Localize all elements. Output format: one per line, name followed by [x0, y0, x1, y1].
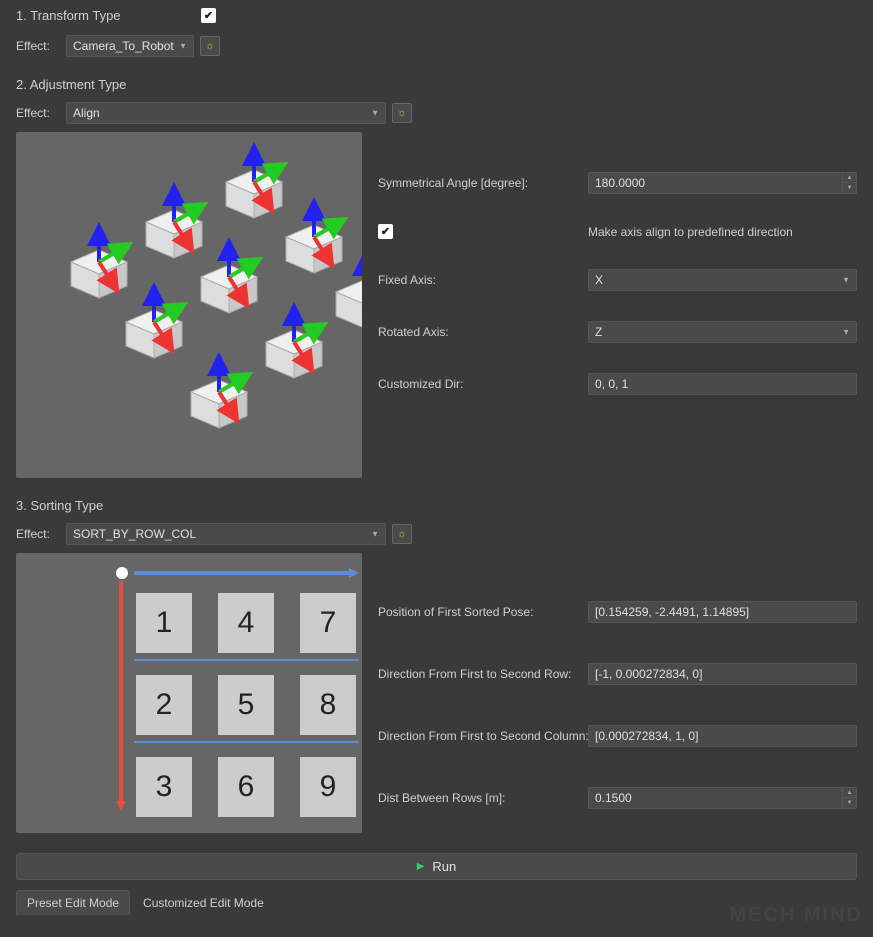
adjustment-type-section: 2. Adjustment Type Effect: Align ☼ [16, 77, 857, 478]
dir-row-input[interactable]: [-1, 0.000272834, 0] [588, 663, 857, 685]
sort-effect-select[interactable]: SORT_BY_ROW_COL [66, 523, 386, 545]
spinner-down-icon[interactable]: ▼ [843, 183, 856, 193]
sort-cell: 1 [136, 593, 192, 653]
adjust-effect-select[interactable]: Align [66, 102, 386, 124]
sorting-preview: 147 258 369 [16, 553, 362, 833]
sort-cell: 5 [218, 675, 274, 735]
section1-title: 1. Transform Type [16, 8, 201, 23]
gear-icon[interactable]: ☼ [392, 524, 412, 544]
play-icon: ▶ [417, 861, 425, 872]
fixed-axis-select[interactable]: X [588, 269, 857, 291]
sym-angle-spinner[interactable]: 180.0000 ▲ ▼ [588, 172, 857, 194]
transform-effect-select[interactable]: Camera_To_Robot [66, 35, 194, 57]
pos-first-input[interactable]: [0.154259, -2.4491, 1.14895] [588, 601, 857, 623]
dir-col-label: Direction From First to Second Column: [378, 729, 588, 743]
col-arrow-icon [116, 581, 126, 811]
sort-cell: 4 [218, 593, 274, 653]
sort-cell: 6 [218, 757, 274, 817]
dist-spinner[interactable]: 0.1500 ▲ ▼ [588, 787, 857, 809]
effect-label-2: Effect: [16, 106, 60, 120]
gear-icon[interactable]: ☼ [200, 36, 220, 56]
effect-label-1: Effect: [16, 39, 60, 53]
sort-cell: 7 [300, 593, 356, 653]
sort-cell: 2 [136, 675, 192, 735]
transform-checkbox[interactable]: ✔ [201, 8, 216, 23]
make-axis-checkbox[interactable]: ✔ [378, 224, 393, 239]
make-axis-label: Make axis align to predefined direction [588, 225, 793, 239]
dist-label: Dist Between Rows [m]: [378, 791, 588, 805]
sort-cell: 9 [300, 757, 356, 817]
run-button[interactable]: ▶ Run [16, 853, 857, 880]
tab-custom[interactable]: Customized Edit Mode [132, 890, 275, 915]
run-label: Run [432, 859, 456, 874]
fixed-axis-label: Fixed Axis: [378, 273, 588, 287]
effect-label-3: Effect: [16, 527, 60, 541]
sorting-form: Position of First Sorted Pose: [0.154259… [378, 553, 857, 809]
sym-angle-label: Symmetrical Angle [degree]: [378, 176, 588, 190]
pos-first-label: Position of First Sorted Pose: [378, 605, 588, 619]
transform-type-section: 1. Transform Type ✔ Effect: Camera_To_Ro… [16, 8, 857, 57]
dir-row-label: Direction From First to Second Row: [378, 667, 588, 681]
rotated-axis-select[interactable]: Z [588, 321, 857, 343]
custom-dir-input[interactable]: 0, 0, 1 [588, 373, 857, 395]
rotated-axis-label: Rotated Axis: [378, 325, 588, 339]
spinner-up-icon[interactable]: ▲ [843, 173, 856, 183]
tab-preset[interactable]: Preset Edit Mode [16, 890, 130, 915]
start-dot-icon [116, 567, 128, 579]
custom-dir-label: Customized Dir: [378, 377, 588, 391]
spinner-down-icon[interactable]: ▼ [843, 798, 856, 808]
sort-cell: 3 [136, 757, 192, 817]
sorting-type-section: 3. Sorting Type Effect: SORT_BY_ROW_COL … [16, 498, 857, 833]
adjustment-preview [16, 132, 362, 478]
section3-title: 3. Sorting Type [16, 498, 857, 513]
gear-icon[interactable]: ☼ [392, 103, 412, 123]
dir-col-input[interactable]: [0.000272834, 1, 0] [588, 725, 857, 747]
row-arrow-icon [134, 568, 359, 578]
adjustment-form: Symmetrical Angle [degree]: 180.0000 ▲ ▼… [378, 132, 857, 395]
edit-mode-tabs: Preset Edit Mode Customized Edit Mode [16, 890, 857, 915]
sort-cell: 8 [300, 675, 356, 735]
section2-title: 2. Adjustment Type [16, 77, 857, 92]
spinner-up-icon[interactable]: ▲ [843, 788, 856, 798]
